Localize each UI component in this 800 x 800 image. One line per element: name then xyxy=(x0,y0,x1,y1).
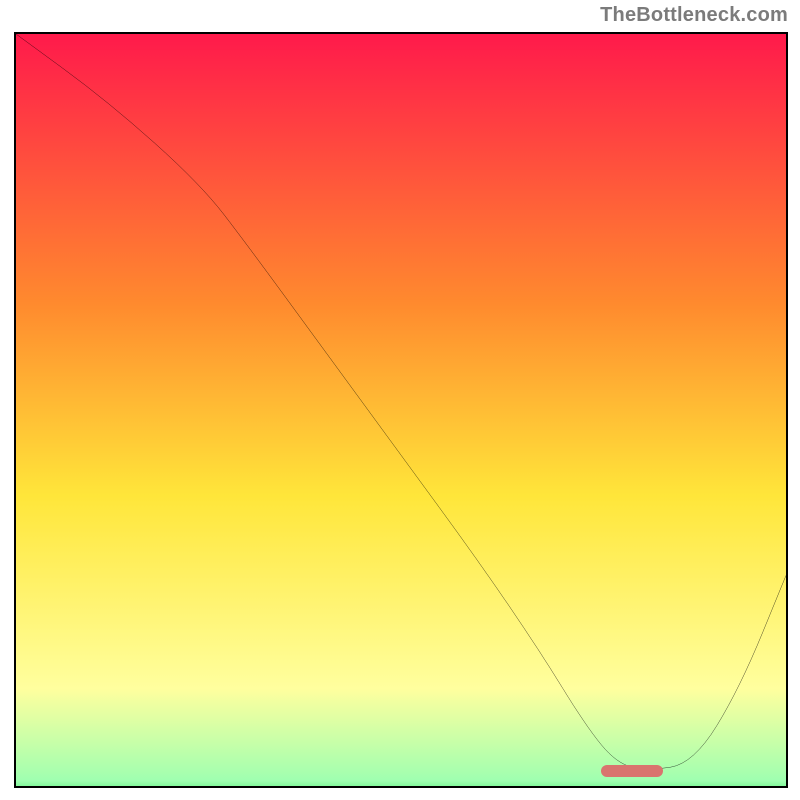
root: TheBottleneck.com xyxy=(0,0,800,800)
optimal-range-marker xyxy=(601,765,663,777)
chart-frame xyxy=(14,32,788,788)
watermark-text: TheBottleneck.com xyxy=(600,4,788,27)
bottleneck-curve xyxy=(16,34,786,786)
